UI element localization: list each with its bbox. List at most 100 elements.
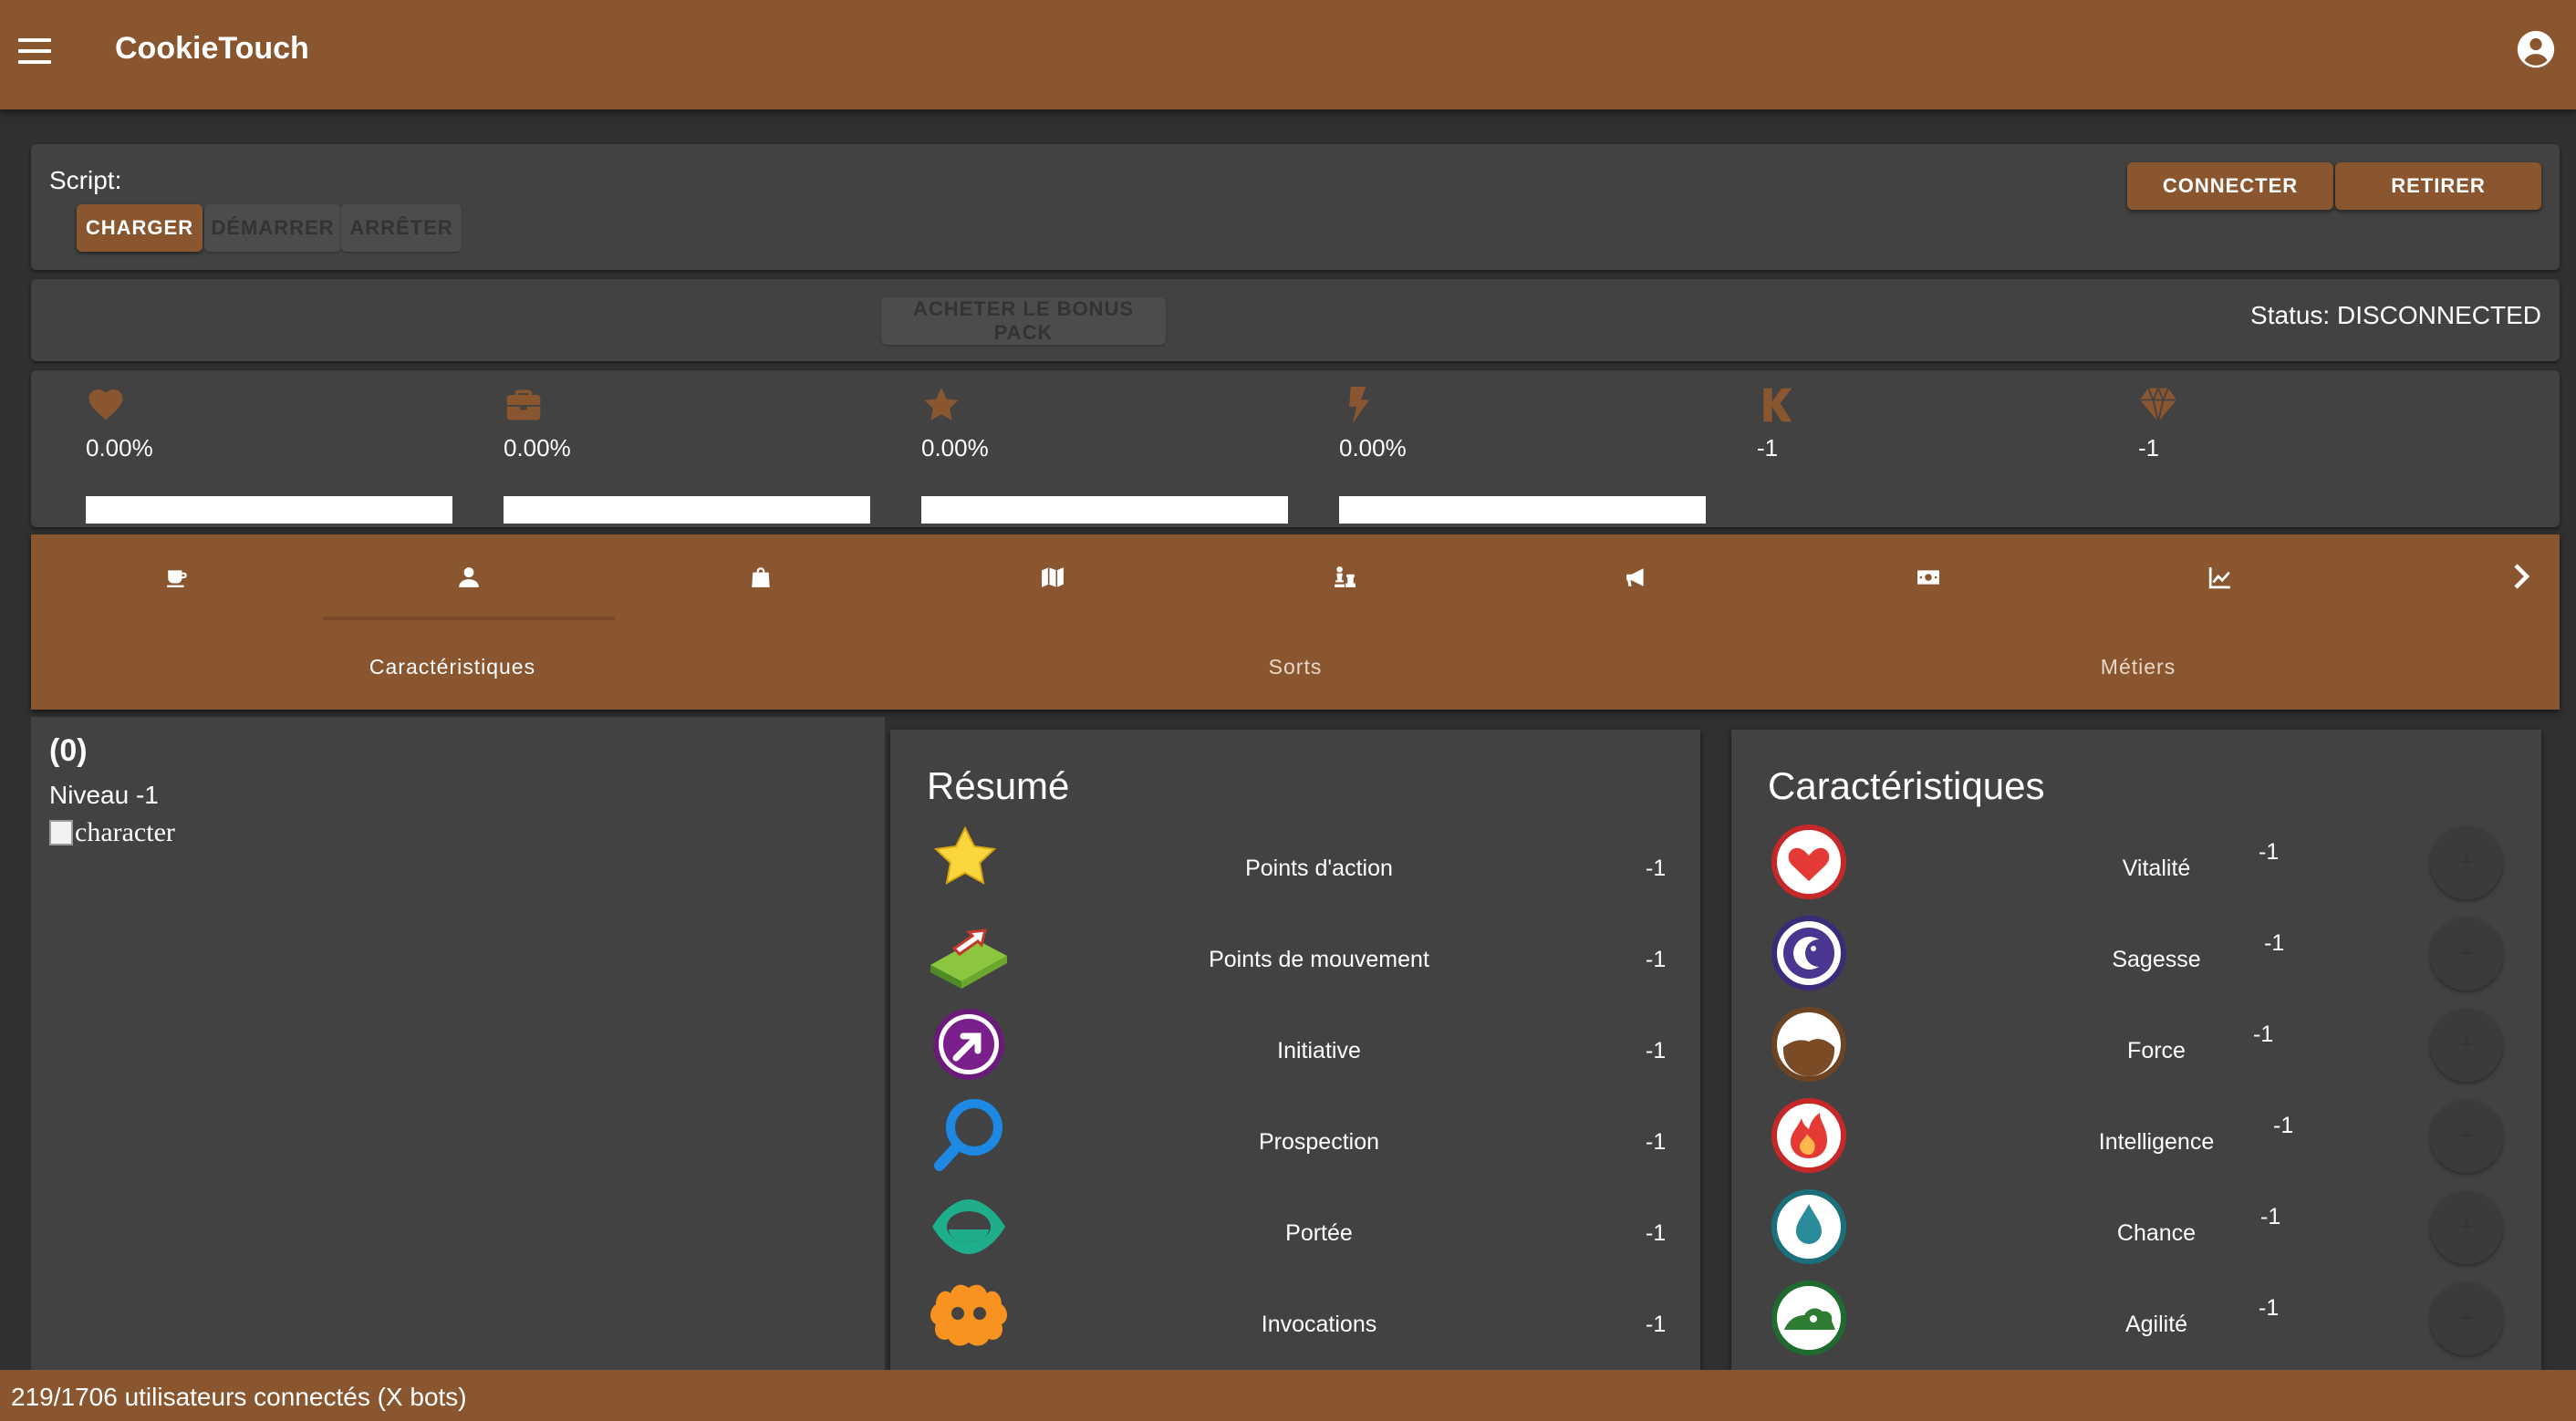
tab-character[interactable] [323, 534, 615, 620]
stat-value: 0.00% [504, 434, 571, 462]
characteristic-value: -1 [2259, 1295, 2280, 1321]
magnifier-icon [934, 1099, 1002, 1171]
tab-label: Métiers [2100, 654, 2176, 679]
start-button[interactable]: Démarrer [204, 204, 341, 252]
kamas-icon [1763, 388, 1792, 422]
progress-bar [921, 496, 1288, 524]
add-wisdom-button[interactable]: + [2430, 918, 2503, 991]
tab-announcements[interactable] [1491, 534, 1782, 620]
chart-icon [2208, 567, 2230, 589]
resume-label: Points de mouvement [1209, 947, 1429, 972]
tab-label: Caractéristiques [369, 654, 536, 679]
map-icon [1042, 567, 1064, 587]
tab-metiers[interactable]: Métiers [1717, 635, 2560, 699]
account-circle-icon[interactable] [2516, 29, 2556, 69]
star-icon [933, 825, 997, 885]
resume-label: Portée [1285, 1220, 1353, 1246]
eye-icon [932, 1199, 1005, 1254]
characteristic-value: -1 [2259, 839, 2280, 865]
chance-icon [1771, 1189, 1846, 1264]
megaphone-icon [1626, 568, 1644, 586]
buy-bonus-pack-button[interactable]: Acheter le bonus pack [881, 297, 1166, 345]
resume-value: -1 [1646, 1220, 1667, 1246]
stat-value: 0.00% [86, 434, 153, 462]
stat-value: -1 [1757, 434, 1779, 462]
stat-ogrines: -1 [2138, 385, 2178, 462]
add-strength-button[interactable]: + [2430, 1009, 2503, 1082]
resume-value: -1 [1646, 856, 1667, 881]
connected-users-text: 219/1706 utilisateurs connectés (X bots) [11, 1383, 467, 1411]
resume-row-range: Portée -1 [890, 1186, 1700, 1277]
characteristic-label: Agilité [2124, 1312, 2188, 1337]
chevron-right-icon[interactable] [2505, 560, 2538, 593]
coffee-icon [167, 570, 187, 587]
resume-panel: Résumé Points d'action -1 Points de mouv… [890, 730, 1700, 1395]
resume-label: Prospection [1258, 1129, 1380, 1155]
initiative-icon [933, 1009, 1004, 1080]
movement-icon [930, 928, 1007, 989]
summon-icon [930, 1284, 1007, 1346]
character-panel: (0) Niveau -1 character [31, 717, 885, 1370]
stat-kamas: -1 [1757, 385, 1797, 462]
tab-inventory[interactable] [615, 534, 907, 620]
stats-panel: 0.00% 0.00% 0.00% 0.00% -1 -1 [31, 370, 2560, 527]
characteristic-row-agility: Agilité -1 + [1731, 1277, 2541, 1368]
progress-bar [504, 496, 870, 524]
chess-icon [1335, 566, 1356, 587]
gem-icon [2139, 386, 2177, 422]
shopping-bag-icon [752, 567, 770, 587]
resume-row-summons: Invocations -1 [890, 1277, 1700, 1368]
tab-map[interactable] [907, 534, 1199, 620]
characteristic-label: Force [2127, 1038, 2186, 1063]
add-agility-button[interactable]: + [2430, 1282, 2503, 1355]
star-icon [924, 388, 959, 420]
characteristic-label: Vitalité [2122, 856, 2191, 881]
stat-pods: 0.00% [504, 385, 870, 524]
script-label: Script: [49, 166, 122, 194]
characteristic-value: -1 [2253, 1022, 2274, 1047]
connect-button[interactable]: Connecter [2127, 162, 2333, 210]
characteristic-row-vitality: Vitalité -1 + [1731, 821, 2541, 912]
tab-money[interactable] [1782, 534, 2074, 620]
resume-label: Invocations [1261, 1312, 1377, 1337]
script-panel: Script: Charger Démarrer Arrêter Connect… [31, 144, 2560, 270]
add-vitality-button[interactable]: + [2430, 826, 2503, 899]
characteristic-value: -1 [2273, 1113, 2294, 1138]
tab-fight[interactable] [1199, 534, 1491, 620]
stat-value: 0.00% [921, 434, 989, 462]
menu-icon[interactable] [18, 38, 51, 64]
resume-label: Points d'action [1245, 856, 1393, 881]
navigation-tabs: Caractéristiques Sorts Métiers [31, 534, 2560, 710]
add-intelligence-button[interactable]: + [2430, 1100, 2503, 1173]
resume-row-action-points: Points d'action -1 [890, 821, 1700, 912]
tab-statistics[interactable] [2074, 534, 2366, 620]
character-image: character [49, 817, 175, 848]
tab-sorts[interactable]: Sorts [874, 635, 1717, 699]
tab-caracteristiques[interactable]: Caractéristiques [31, 635, 874, 699]
add-chance-button[interactable]: + [2430, 1191, 2503, 1264]
progress-bar [86, 496, 452, 524]
progress-bar [1339, 496, 1706, 524]
resume-label: Initiative [1277, 1038, 1361, 1063]
resume-title: Résumé [927, 764, 1070, 807]
load-button[interactable]: Charger [77, 204, 203, 252]
connection-status: Status: DISCONNECTED [2250, 301, 2541, 329]
stat-health: 0.00% [86, 385, 452, 524]
tab-label: Sorts [1268, 654, 1323, 679]
characteristics-title: Caractéristiques [1768, 764, 2045, 807]
resume-row-movement-points: Points de mouvement -1 [890, 912, 1700, 1003]
stat-value: 0.00% [1339, 434, 1407, 462]
resume-value: -1 [1646, 1038, 1667, 1063]
stop-button[interactable]: Arrêter [341, 204, 462, 252]
footer-bar: 219/1706 utilisateurs connectés (X bots) [0, 1370, 2576, 1421]
characteristic-row-chance: Chance -1 + [1731, 1186, 2541, 1277]
status-panel: Acheter le bonus pack Status: DISCONNECT… [31, 279, 2560, 361]
resume-row-initiative: Initiative -1 [890, 1003, 1700, 1094]
remove-button[interactable]: Retirer [2335, 162, 2541, 210]
characteristic-row-intelligence: Intelligence -1 + [1731, 1094, 2541, 1186]
character-image-alt: character [75, 817, 175, 847]
characteristic-value: -1 [2260, 1204, 2281, 1229]
tab-coffee[interactable] [31, 534, 323, 620]
characteristic-label: Chance [2116, 1220, 2197, 1246]
intelligence-icon [1771, 1098, 1846, 1173]
